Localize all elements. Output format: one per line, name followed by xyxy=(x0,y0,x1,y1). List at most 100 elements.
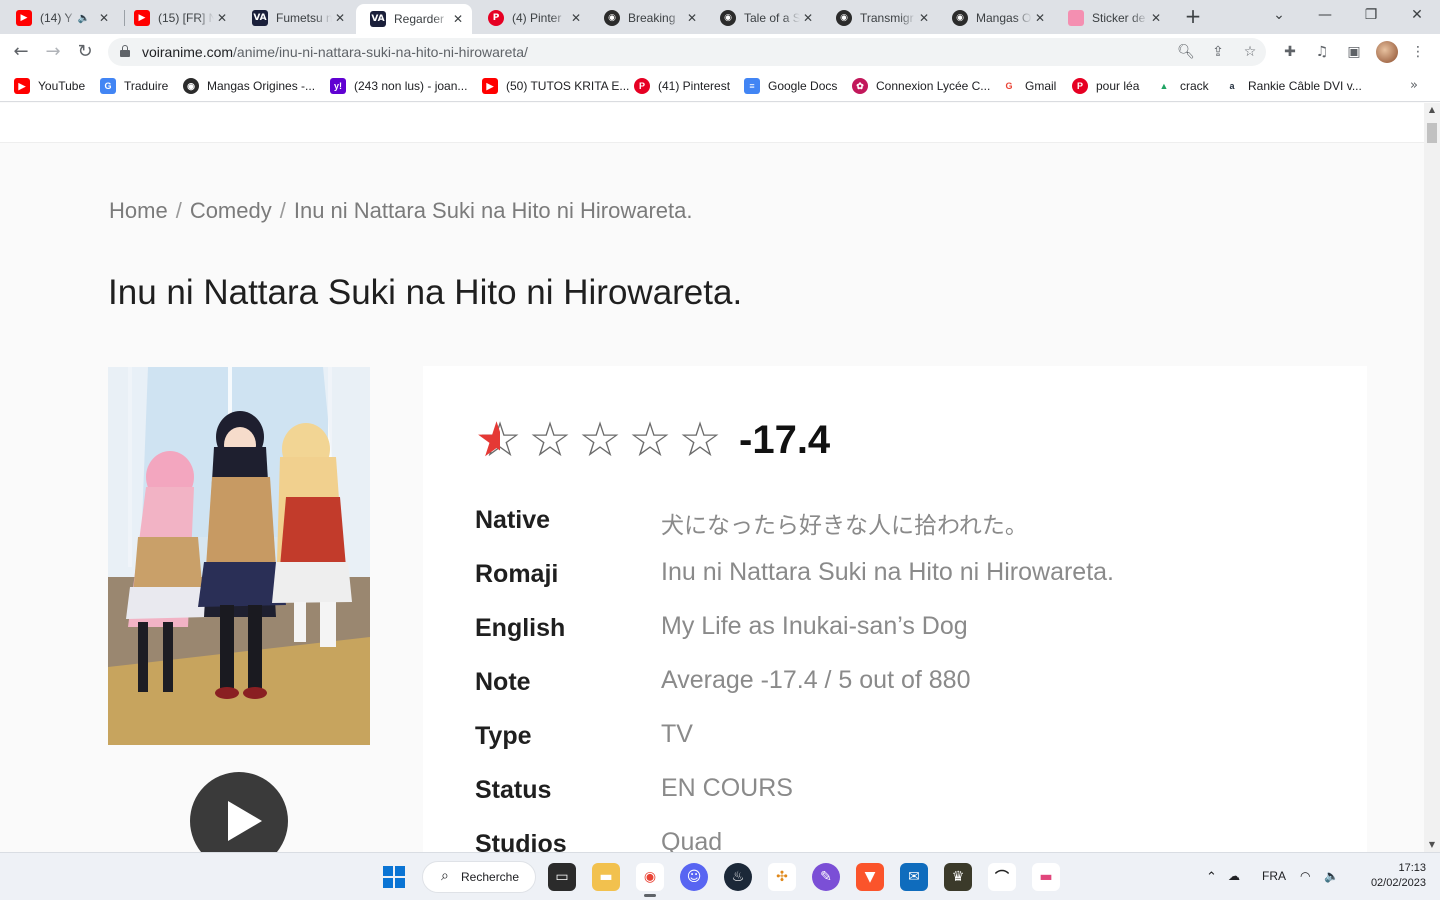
field-label: Romaji xyxy=(475,560,559,588)
extensions-icon[interactable]: ✚ xyxy=(1280,42,1300,62)
app-strip-icon[interactable]: ▬ xyxy=(1032,863,1060,891)
wifi-icon[interactable]: ◠ xyxy=(1300,869,1310,883)
bookmark-traduire[interactable]: G Traduire xyxy=(100,77,168,95)
zoom-icon[interactable]: 🔍︎ xyxy=(1176,42,1196,62)
anime-poster-image[interactable] xyxy=(108,367,370,745)
close-icon[interactable]: ✕ xyxy=(1032,11,1048,25)
address-bar[interactable]: voiranime.com/anime/inu-ni-nattara-suki-… xyxy=(108,38,1266,66)
page-scrollbar[interactable]: ▲ ▼ xyxy=(1424,103,1440,852)
bookmark-label: Connexion Lycée C... xyxy=(876,79,991,93)
star-icon-half[interactable]: ☆ ★ xyxy=(475,414,525,466)
task-view-icon[interactable]: ▭ xyxy=(548,863,576,891)
bookmark-gmail[interactable]: G Gmail xyxy=(1001,77,1056,95)
tab-7[interactable]: ◉ Transmigr ✕ xyxy=(822,4,938,32)
bookmark-pinterest[interactable]: P (41) Pinterest xyxy=(634,77,730,95)
field-native: Native 犬になったら好きな人に拾われた。 xyxy=(475,506,1355,546)
bookmark-youtube[interactable]: ▶ YouTube xyxy=(14,77,85,95)
play-button[interactable] xyxy=(190,772,288,852)
brave-icon[interactable]: ▼ xyxy=(856,863,884,891)
chrome-icon[interactable]: ◉ xyxy=(636,863,664,897)
tab-search-chevron-icon[interactable]: ⌄ xyxy=(1264,4,1294,28)
tab-6[interactable]: ◉ Tale of a S ✕ xyxy=(706,4,822,32)
field-value: 犬になったら好きな人に拾われた。 xyxy=(661,513,1028,539)
close-icon[interactable]: ✕ xyxy=(332,11,348,25)
volume-icon[interactable]: 🔈 xyxy=(1324,869,1339,883)
tray-chevron-up-icon[interactable]: ⌃ xyxy=(1206,869,1217,885)
forward-button[interactable]: → xyxy=(40,40,66,64)
bookmark-google-docs[interactable]: ≡ Google Docs xyxy=(744,77,837,95)
restore-button[interactable]: ❐ xyxy=(1356,4,1386,28)
headset-app-icon[interactable]: ⌒ xyxy=(988,863,1016,891)
share-icon[interactable]: ⇪ xyxy=(1208,42,1228,62)
field-romaji: Romaji Inu ni Nattara Suki na Hito ni Hi… xyxy=(475,558,1355,600)
tab-1[interactable]: ▶ (15) [FR] N ✕ xyxy=(120,4,236,32)
bookmark-star-icon[interactable]: ☆ xyxy=(1240,42,1260,62)
tab-2[interactable]: VA Fumetsu n ✕ xyxy=(238,4,354,32)
close-icon[interactable]: ✕ xyxy=(1148,11,1164,25)
bookmark-label: Traduire xyxy=(124,79,169,93)
windows-start-icon[interactable] xyxy=(383,866,405,888)
bookmark-label: pour léa xyxy=(1096,79,1140,93)
field-value: Inu ni Nattara Suki na Hito ni Hirowaret… xyxy=(661,558,1114,586)
field-note: Note Average -17.4 / 5 out of 880 xyxy=(475,666,1355,708)
manga-icon: ◉ xyxy=(952,10,968,26)
close-icon[interactable]: ✕ xyxy=(96,11,112,25)
reload-button[interactable]: ↻ xyxy=(72,40,98,64)
close-icon[interactable]: ✕ xyxy=(568,11,584,25)
breadcrumb-home-link[interactable]: Home xyxy=(109,198,168,223)
speaker-icon[interactable]: 🔈 xyxy=(78,13,90,24)
bookmark-pour-lea[interactable]: P pour léa xyxy=(1072,77,1139,95)
back-button[interactable]: ← xyxy=(8,40,34,64)
lock-icon[interactable] xyxy=(120,45,130,57)
play-icon xyxy=(228,801,262,841)
file-explorer-icon[interactable]: ▬ xyxy=(592,863,620,891)
scroll-up-icon[interactable]: ▲ xyxy=(1427,105,1437,115)
field-value[interactable]: Quad xyxy=(661,828,722,852)
bookmark-tutos-krita[interactable]: ▶ (50) TUTOS KRITA E... xyxy=(482,77,629,95)
tab-3-active[interactable]: VA Regarder ✕ xyxy=(356,4,472,34)
steam-icon[interactable]: ♨ xyxy=(724,863,752,891)
docs-icon: ≡ xyxy=(744,78,760,94)
close-icon[interactable]: ✕ xyxy=(800,11,816,25)
close-icon[interactable]: ✕ xyxy=(684,11,700,25)
media-control-icon[interactable]: ♫ xyxy=(1312,42,1332,62)
new-tab-button[interactable]: + xyxy=(1182,6,1204,28)
star-icon[interactable]: ☆ xyxy=(625,414,675,466)
bookmark-connexion-lycee[interactable]: ✿ Connexion Lycée C... xyxy=(852,77,990,95)
scroll-down-icon[interactable]: ▼ xyxy=(1427,840,1437,850)
tab-5[interactable]: ◉ Breaking ✕ xyxy=(590,4,706,32)
tab-9[interactable]: Sticker de ✕ xyxy=(1054,4,1170,32)
network-warning-icon[interactable]: ☁ xyxy=(1228,869,1240,883)
game-launcher-icon[interactable]: ♛ xyxy=(944,863,972,891)
field-studios: Studios Quad xyxy=(475,828,1355,852)
tab-0[interactable]: ▶ (14) Y 🔈 ✕ xyxy=(2,4,118,32)
close-icon[interactable]: ✕ xyxy=(214,11,230,25)
close-icon[interactable]: ✕ xyxy=(916,11,932,25)
url-text[interactable]: voiranime.com/anime/inu-ni-nattara-suki-… xyxy=(142,44,528,60)
star-icon[interactable]: ☆ xyxy=(575,414,625,466)
taskbar-search[interactable]: ⌕ Recherche xyxy=(422,861,536,893)
menu-kebab-icon[interactable]: ⋮ xyxy=(1408,42,1428,62)
bookmark-yahoo-mail[interactable]: y! (243 non lus) - joan... xyxy=(330,77,467,95)
app-icon[interactable]: ✣ xyxy=(768,863,796,891)
tab-4[interactable]: P (4) Pinter ✕ xyxy=(474,4,590,32)
mail-icon[interactable]: ✉ xyxy=(900,863,928,891)
tab-8[interactable]: ◉ Mangas O ✕ xyxy=(938,4,1054,32)
more-bookmarks-chevron-icon[interactable]: » xyxy=(1410,78,1418,93)
close-window-button[interactable]: ✕ xyxy=(1402,4,1432,28)
breadcrumb-category-link[interactable]: Comedy xyxy=(190,198,272,223)
system-clock[interactable]: 17:13 02/02/2023 xyxy=(1356,861,1426,891)
star-icon[interactable]: ☆ xyxy=(525,414,575,466)
minimize-button[interactable]: — xyxy=(1310,4,1340,28)
scrollbar-thumb[interactable] xyxy=(1427,123,1437,143)
bookmark-rankie-cable[interactable]: a Rankie Câble DVI v... xyxy=(1224,77,1362,95)
star-icon[interactable]: ☆ xyxy=(675,414,725,466)
discord-icon[interactable]: ☺ xyxy=(680,863,708,891)
close-icon[interactable]: ✕ xyxy=(450,12,466,26)
bookmark-mangas-origines[interactable]: ◉ Mangas Origines -... xyxy=(183,77,315,95)
profile-avatar[interactable] xyxy=(1376,41,1398,63)
side-panel-icon[interactable]: ▣ xyxy=(1344,42,1364,62)
krita-icon[interactable]: ✎ xyxy=(812,863,840,891)
language-indicator[interactable]: FRA xyxy=(1262,869,1286,883)
bookmark-crack[interactable]: ▲ crack xyxy=(1156,77,1209,95)
